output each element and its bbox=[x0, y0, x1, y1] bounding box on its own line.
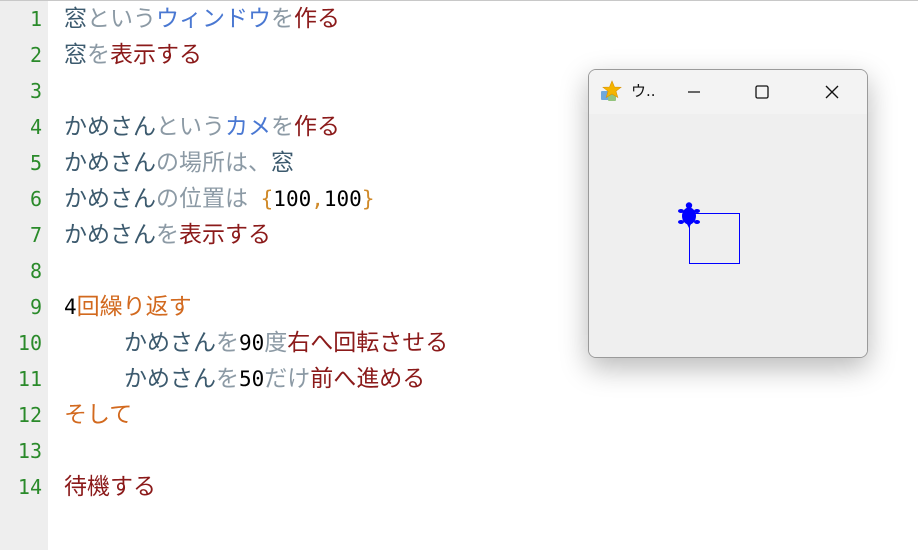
code-token: かめさん bbox=[64, 186, 156, 212]
code-token: 4 bbox=[64, 295, 77, 319]
code-token: ウィンドウ bbox=[156, 6, 271, 32]
code-line[interactable]: 待機する bbox=[64, 469, 156, 505]
code-token: かめさん bbox=[64, 150, 156, 176]
code-line[interactable]: 窓というウィンドウを作る bbox=[64, 1, 340, 37]
code-token: 表示する bbox=[110, 42, 202, 68]
code-token: かめさん bbox=[64, 114, 156, 140]
line-number: 6 bbox=[29, 187, 42, 211]
code-token: という bbox=[87, 6, 156, 32]
code-token: 前へ進める bbox=[310, 366, 426, 392]
code-token: かめさん bbox=[124, 366, 216, 392]
maximize-button[interactable] bbox=[739, 70, 785, 114]
line-number: 14 bbox=[17, 475, 42, 499]
window-title: ウ.. bbox=[631, 82, 656, 100]
code-token: 作る bbox=[294, 114, 340, 140]
line-number: 3 bbox=[29, 79, 42, 103]
close-button[interactable] bbox=[809, 70, 855, 114]
close-icon bbox=[825, 85, 839, 99]
code-token: 50 bbox=[239, 367, 265, 391]
code-line[interactable]: 窓を表示する bbox=[64, 37, 202, 73]
code-token: そして bbox=[64, 402, 133, 428]
code-token: の位置は bbox=[156, 186, 248, 212]
code-token: を bbox=[271, 114, 294, 140]
code-line[interactable]: かめさんの場所は、窓 bbox=[64, 145, 294, 181]
code-token: を bbox=[271, 6, 294, 32]
line-number: 5 bbox=[29, 151, 42, 175]
code-token: } bbox=[361, 187, 375, 211]
maximize-icon bbox=[755, 85, 769, 99]
code-line[interactable]: 4回繰り返す bbox=[64, 289, 192, 325]
minimize-icon bbox=[688, 91, 700, 93]
code-token: だけ bbox=[264, 366, 311, 392]
line-number: 9 bbox=[29, 295, 42, 319]
code-token: の場所は、 bbox=[156, 150, 271, 176]
code-token: 右へ回転させる bbox=[287, 330, 449, 356]
line-number: 4 bbox=[29, 115, 42, 139]
code-token: かめさん bbox=[64, 222, 156, 248]
line-number: 8 bbox=[29, 259, 42, 283]
code-token: { bbox=[248, 187, 274, 211]
code-token: 100 bbox=[273, 187, 312, 211]
line-number: 2 bbox=[29, 43, 42, 67]
code-token: を bbox=[87, 42, 110, 68]
code-line[interactable]: かめさんの位置は {100,100} bbox=[64, 181, 374, 217]
code-line[interactable]: かめさんを90度右へ回転させる bbox=[124, 325, 448, 361]
code-token: , bbox=[311, 187, 324, 211]
code-token: かめさん bbox=[124, 330, 216, 356]
line-number: 12 bbox=[17, 403, 42, 427]
code-token: 窓 bbox=[271, 150, 294, 176]
code-token: という bbox=[156, 114, 225, 140]
line-number: 11 bbox=[17, 367, 42, 391]
code-token: 回繰り返す bbox=[76, 294, 192, 320]
turtle-window[interactable]: ウ.. bbox=[588, 69, 868, 358]
code-token: 窓 bbox=[64, 42, 87, 68]
line-number: 10 bbox=[17, 331, 42, 355]
window-titlebar[interactable]: ウ.. bbox=[589, 70, 867, 114]
code-token: 窓 bbox=[64, 6, 87, 32]
star-app-icon[interactable] bbox=[599, 80, 623, 104]
code-token: 待機する bbox=[64, 474, 156, 500]
code-token: 90 bbox=[239, 331, 265, 355]
code-token: を bbox=[216, 330, 239, 356]
line-number: 1 bbox=[29, 7, 42, 31]
minimize-button[interactable] bbox=[671, 70, 717, 114]
code-token: を bbox=[156, 222, 179, 248]
code-token: 100 bbox=[323, 187, 362, 211]
code-line[interactable]: そして bbox=[64, 397, 132, 433]
code-line[interactable]: かめさんというカメを作る bbox=[64, 109, 340, 145]
line-number: 7 bbox=[29, 223, 42, 247]
turtle-canvas[interactable] bbox=[589, 114, 867, 357]
turtle-icon bbox=[678, 202, 700, 228]
code-token: 表示する bbox=[179, 222, 271, 248]
code-token: カメ bbox=[225, 114, 271, 140]
line-number: 13 bbox=[17, 439, 42, 463]
code-token: 度 bbox=[264, 330, 288, 356]
code-line[interactable]: かめさんを表示する bbox=[64, 217, 271, 253]
code-token: 作る bbox=[294, 6, 340, 32]
code-line[interactable]: かめさんを50だけ前へ進める bbox=[124, 361, 425, 397]
code-token: を bbox=[216, 366, 239, 392]
